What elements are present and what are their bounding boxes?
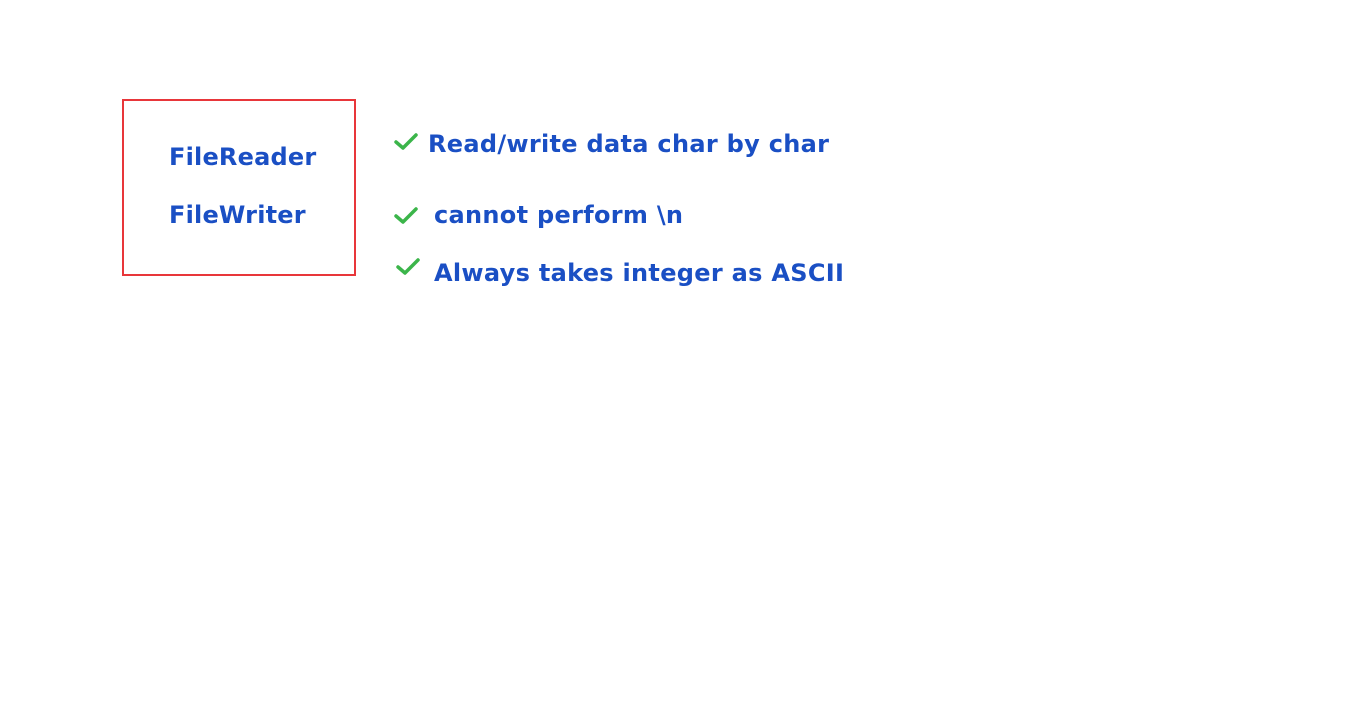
- check-icon: [394, 132, 418, 152]
- class-list-box: FileReader FileWriter: [122, 99, 356, 276]
- bullet-text: Always takes integer as ASCII: [434, 259, 845, 287]
- class-name-filewriter: FileWriter: [169, 201, 306, 229]
- bullet-text: Read/write data char by char: [428, 130, 830, 158]
- class-name-filereader: FileReader: [169, 143, 317, 171]
- bullet-text: cannot perform \n: [434, 201, 684, 229]
- check-icon: [396, 257, 420, 277]
- check-icon: [394, 206, 418, 226]
